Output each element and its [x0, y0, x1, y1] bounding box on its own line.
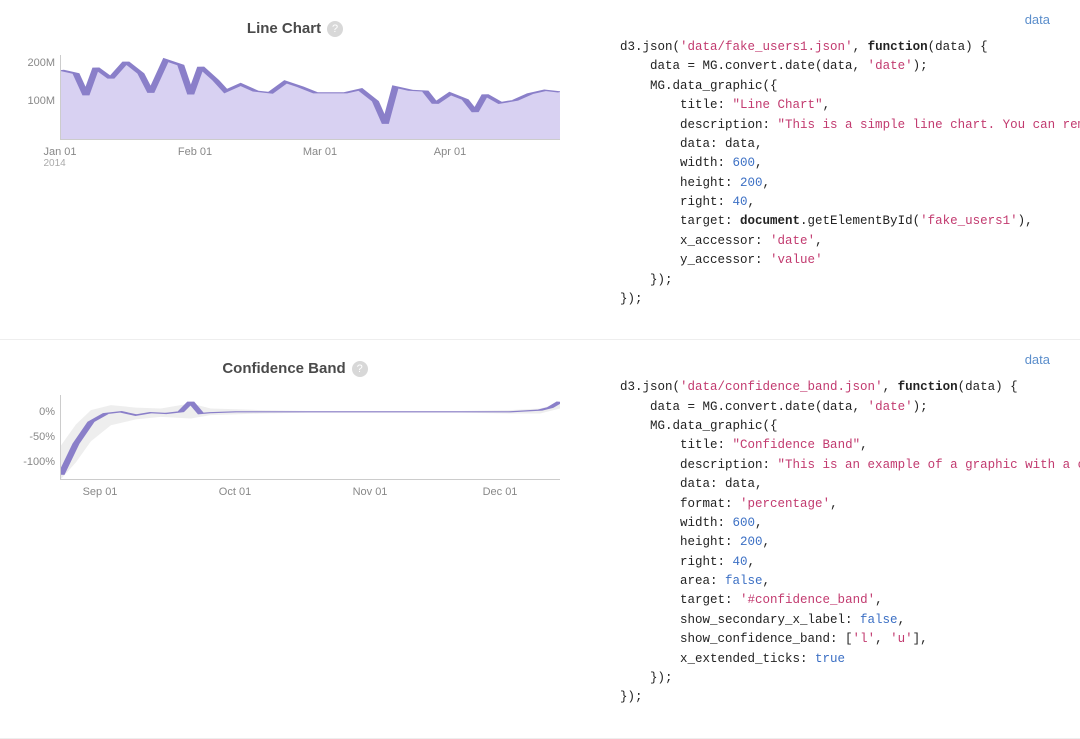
- y-tick: -100%: [23, 456, 55, 468]
- x-tick: Mar 01: [303, 146, 337, 158]
- chart-title: Confidence Band: [222, 360, 345, 377]
- line-chart: 200M100M Jan 012014Feb 01Mar 01Apr 01: [60, 55, 560, 176]
- x-tick: Dec 01: [483, 486, 518, 498]
- x-tick: Jan 012014: [43, 146, 76, 169]
- chart-svg: [61, 55, 560, 139]
- y-tick: -50%: [29, 431, 55, 443]
- chart-panel: Line Chart ? 200M 100M Jan 012014 Feb 01 Ma…: [0, 10, 590, 319]
- data-link[interactable]: data: [1025, 12, 1050, 27]
- example-confidence-band: Confidence Band ? 0% -50% -100% Sep 01 Oct …: [0, 340, 1080, 738]
- code-panel: data d3.json('data/fake_users1.json', fu…: [590, 10, 1080, 319]
- code-panel: data d3.json('data/confidence_band.json'…: [590, 350, 1080, 717]
- help-icon[interactable]: ?: [327, 21, 343, 37]
- chart-svg: [61, 395, 560, 479]
- data-link[interactable]: data: [1025, 352, 1050, 367]
- y-tick: 100M: [27, 95, 55, 107]
- example-line-chart: Line Chart ? 200M 100M Jan 012014 Feb 01 Ma…: [0, 0, 1080, 340]
- chart-panel: Confidence Band ? 0% -50% -100% Sep 01 Oct …: [0, 350, 590, 717]
- confidence-band-chart: 0%-50%-100% Sep 01Oct 01Nov 01Dec 01: [60, 395, 560, 516]
- code-snippet: d3.json('data/confidence_band.json', fun…: [620, 378, 1080, 707]
- chart-title: Line Chart: [247, 20, 321, 37]
- x-tick: Oct 01: [219, 486, 251, 498]
- y-tick: 0%: [39, 406, 55, 418]
- x-tick: Apr 01: [434, 146, 466, 158]
- x-tick: Nov 01: [353, 486, 388, 498]
- x-tick: Sep 01: [83, 486, 118, 498]
- code-snippet: d3.json('data/fake_users1.json', functio…: [620, 38, 1080, 309]
- help-icon[interactable]: ?: [352, 361, 368, 377]
- y-tick: 200M: [27, 57, 55, 69]
- x-tick: Feb 01: [178, 146, 212, 158]
